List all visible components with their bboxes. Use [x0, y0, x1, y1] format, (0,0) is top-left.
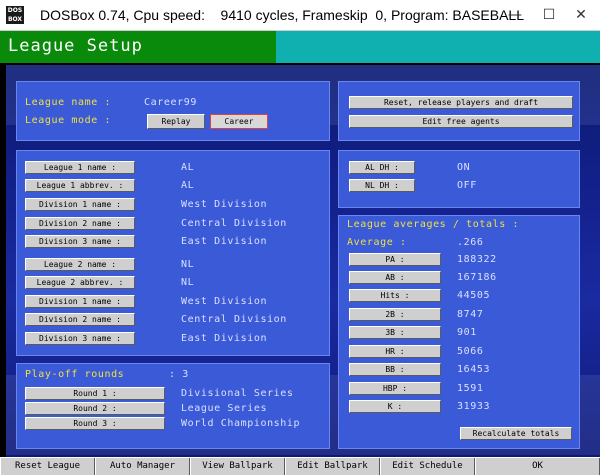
league-name-label: League name :: [25, 97, 112, 108]
league1-abbrev-button[interactable]: League 1 abbrev. :: [25, 179, 135, 192]
league1-name-value: AL: [181, 162, 195, 173]
round2-button[interactable]: Round 2 :: [25, 402, 165, 415]
league1-division2-value: Central Division: [181, 218, 287, 229]
recalculate-totals-button[interactable]: Recalculate totals: [460, 427, 572, 440]
stat-hr-value: 5066: [457, 346, 484, 357]
league1-name-button[interactable]: League 1 name :: [25, 161, 135, 174]
league2-division3-button[interactable]: Division 3 name :: [25, 332, 135, 345]
playoff-rounds-count[interactable]: : 3: [169, 369, 189, 380]
reset-release-button[interactable]: Reset, release players and draft: [349, 96, 573, 109]
window-titlebar: DOS BOX DOSBox 0.74, Cpu speed: 9410 cyc…: [0, 0, 600, 31]
stat-hbp-value: 1591: [457, 383, 484, 394]
league1-division1-value: West Division: [181, 199, 268, 210]
view-ballpark-button[interactable]: View Ballpark: [190, 458, 285, 475]
actions-panel: Reset, release players and draft Edit fr…: [338, 81, 580, 141]
bottom-toolbar: Reset League Auto Manager View Ballpark …: [0, 457, 600, 475]
playoff-rounds-label: Play-off rounds: [25, 369, 125, 380]
league1-abbrev-value: AL: [181, 180, 195, 191]
playoffs-panel: Play-off rounds : 3 Round 1 : Divisional…: [16, 363, 330, 449]
league2-division2-button[interactable]: Division 2 name :: [25, 313, 135, 326]
career-button[interactable]: Career: [210, 114, 268, 129]
dh-panel: AL DH : ON NL DH : OFF: [338, 150, 580, 208]
nl-dh-button[interactable]: NL DH :: [349, 179, 415, 192]
round1-button[interactable]: Round 1 :: [25, 387, 165, 400]
league-name-value[interactable]: Career99: [144, 97, 197, 108]
stat-ab-value: 167186: [457, 272, 497, 283]
edit-schedule-button[interactable]: Edit Schedule: [380, 458, 475, 475]
league-name-panel: League name : Career99 League mode : Rep…: [16, 81, 330, 141]
league2-division2-value: Central Division: [181, 314, 287, 325]
edit-ballpark-button[interactable]: Edit Ballpark: [285, 458, 380, 475]
stat-hits-value: 44505: [457, 290, 491, 301]
stat-k-button[interactable]: K :: [349, 400, 441, 413]
close-button[interactable]: ✕: [566, 2, 596, 28]
page-title: League Setup: [8, 36, 143, 56]
stat-hr-button[interactable]: HR :: [349, 345, 441, 358]
stat-2b-button[interactable]: 2B :: [349, 308, 441, 321]
league1-division3-button[interactable]: Division 3 name :: [25, 235, 135, 248]
al-dh-button[interactable]: AL DH :: [349, 161, 415, 174]
page-header: League Setup: [0, 31, 276, 63]
stat-k-value: 31933: [457, 401, 491, 412]
round1-value: Divisional Series: [181, 388, 294, 399]
stat-3b-button[interactable]: 3B :: [349, 326, 441, 339]
window-title: DOSBox 0.74, Cpu speed: 9410 cycles, Fra…: [40, 7, 525, 23]
averages-title: League averages / totals :: [347, 219, 520, 230]
ok-button[interactable]: OK: [475, 458, 600, 475]
average-label: Average :: [347, 237, 407, 248]
stat-pa-button[interactable]: PA :: [349, 253, 441, 266]
league1-division2-button[interactable]: Division 2 name :: [25, 217, 135, 230]
stat-bb-button[interactable]: BB :: [349, 363, 441, 376]
reset-league-button[interactable]: Reset League: [0, 458, 95, 475]
header-strip: [276, 31, 600, 63]
league1-division3-value: East Division: [181, 236, 268, 247]
league2-name-button[interactable]: League 2 name :: [25, 258, 135, 271]
stat-pa-value: 188322: [457, 254, 497, 265]
dos-screen: League Setup League name : Career99 Leag…: [0, 31, 600, 475]
edit-free-agents-button[interactable]: Edit free agents: [349, 115, 573, 128]
league-mode-label: League mode :: [25, 115, 112, 126]
stat-bb-value: 16453: [457, 364, 491, 375]
averages-panel: League averages / totals : Average : .26…: [338, 215, 580, 449]
stat-hbp-button[interactable]: HBP :: [349, 382, 441, 395]
round3-value: World Championship: [181, 418, 301, 429]
replay-button[interactable]: Replay: [147, 114, 205, 129]
minimize-button[interactable]: —: [500, 2, 530, 28]
league2-division3-value: East Division: [181, 333, 268, 344]
league2-division1-button[interactable]: Division 1 name :: [25, 295, 135, 308]
league2-abbrev-value: NL: [181, 277, 195, 288]
league1-division1-button[interactable]: Division 1 name :: [25, 198, 135, 211]
stat-2b-value: 8747: [457, 309, 484, 320]
round2-value: League Series: [181, 403, 268, 414]
stat-ab-button[interactable]: AB :: [349, 271, 441, 284]
stat-hits-button[interactable]: Hits :: [349, 289, 441, 302]
league2-division1-value: West Division: [181, 296, 268, 307]
league2-name-value: NL: [181, 259, 195, 270]
league2-abbrev-button[interactable]: League 2 abbrev. :: [25, 276, 135, 289]
nl-dh-value: OFF: [457, 180, 477, 191]
average-value: .266: [457, 237, 484, 248]
stat-3b-value: 901: [457, 327, 477, 338]
al-dh-value: ON: [457, 162, 471, 173]
dosbox-icon: DOS BOX: [6, 6, 24, 24]
auto-manager-button[interactable]: Auto Manager: [95, 458, 190, 475]
leagues-panel: League 1 name : AL League 1 abbrev. : AL…: [16, 150, 330, 356]
maximize-button[interactable]: ☐: [534, 2, 564, 28]
round3-button[interactable]: Round 3 :: [25, 417, 165, 430]
